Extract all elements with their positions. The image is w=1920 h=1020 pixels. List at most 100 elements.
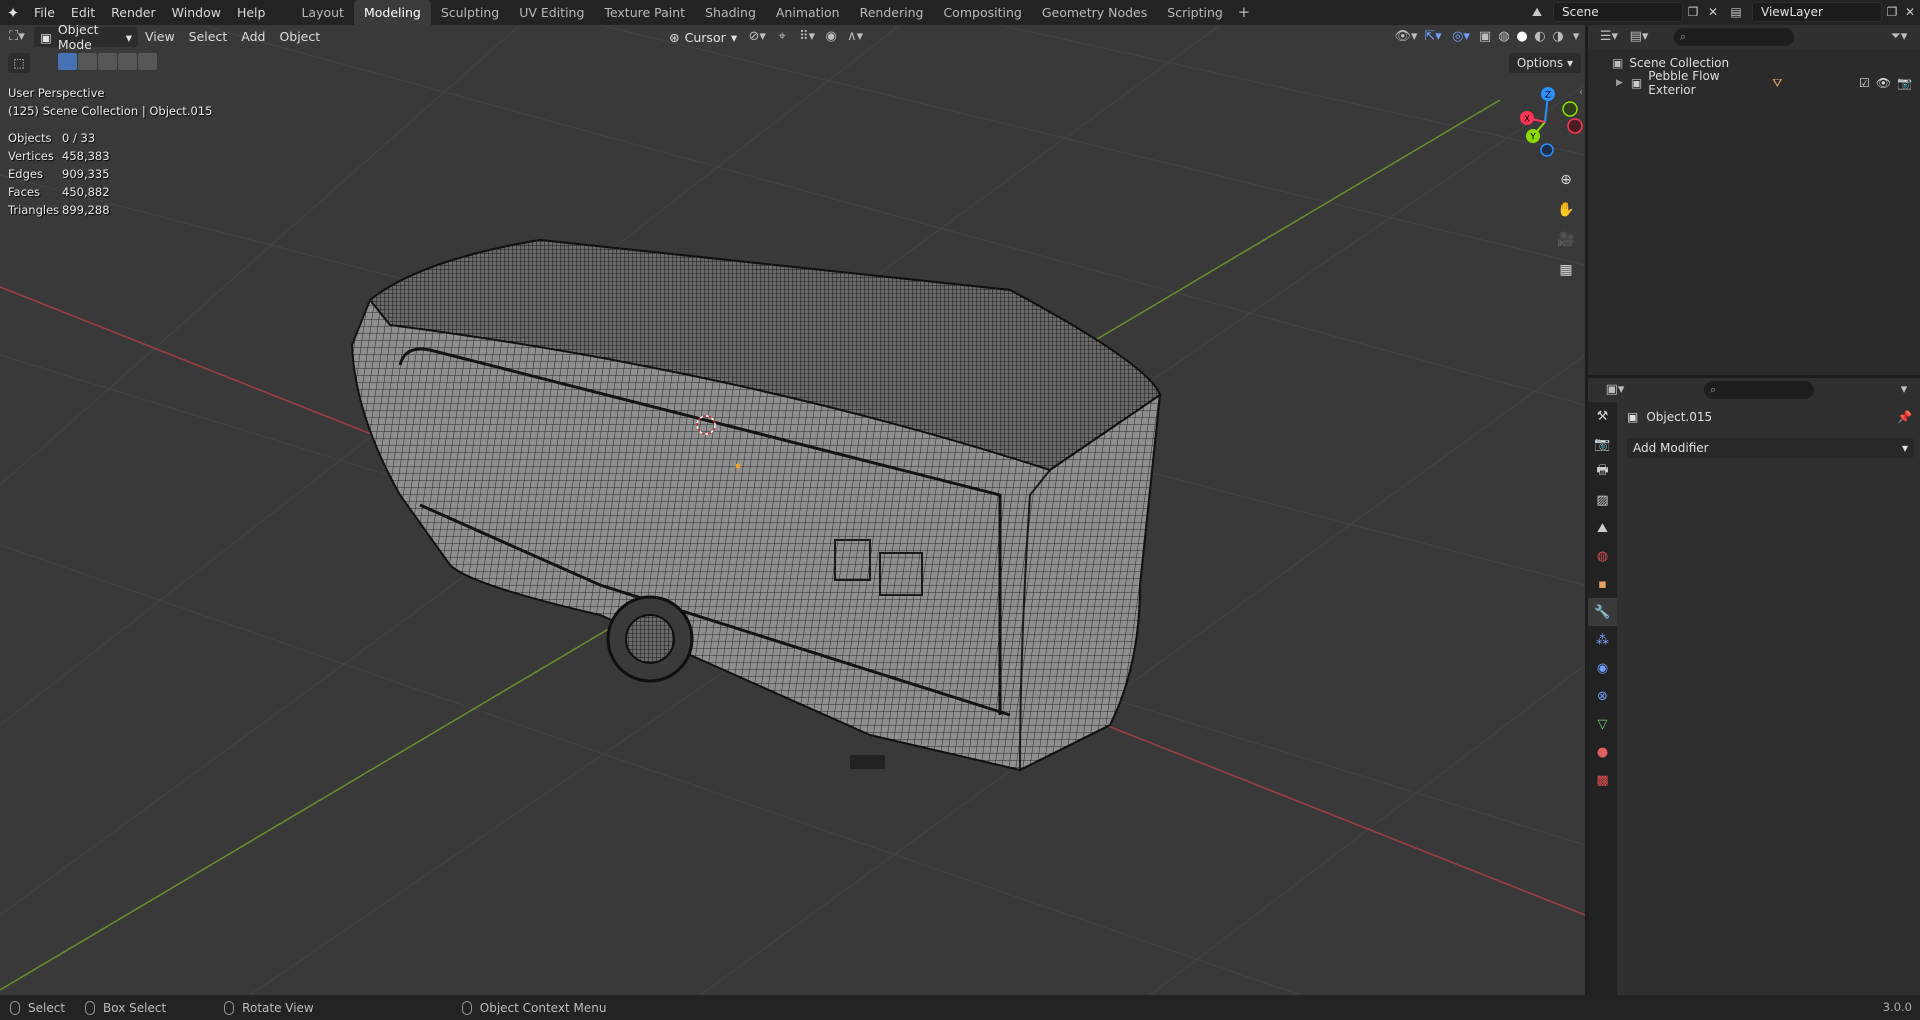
- menu-window[interactable]: Window: [164, 0, 229, 25]
- tab-uv-editing[interactable]: UV Editing: [509, 0, 594, 25]
- options-button[interactable]: Options ▾: [1508, 53, 1581, 73]
- outliner-search-input[interactable]: ⌕: [1674, 28, 1794, 46]
- data-icon[interactable]: ▽: [1588, 710, 1617, 738]
- status-select-label: Select: [28, 1000, 66, 1015]
- world-icon[interactable]: ◍: [1588, 542, 1617, 570]
- tab-sculpting[interactable]: Sculpting: [431, 0, 509, 25]
- scene-name: Scene: [1562, 5, 1599, 19]
- render-icon[interactable]: 📷: [1588, 430, 1617, 458]
- scene-icon[interactable]: ⛰: [1588, 514, 1617, 542]
- add-workspace-button[interactable]: +: [1233, 0, 1255, 25]
- tool-icon[interactable]: ⚒: [1588, 402, 1617, 430]
- scene-selector[interactable]: Scene: [1553, 2, 1683, 22]
- mode-selector[interactable]: ▣ Object Mode ▾: [34, 25, 138, 52]
- snap-icon[interactable]: ⌖: [771, 27, 793, 47]
- tab-layout[interactable]: Layout: [291, 0, 354, 25]
- scene-icon[interactable]: ⛰: [1527, 3, 1547, 22]
- tab-animation[interactable]: Animation: [766, 0, 850, 25]
- object-name-row: ▣ Object.015: [1627, 410, 1712, 424]
- view-layer-selector[interactable]: ViewLayer: [1752, 2, 1882, 22]
- properties-search-input[interactable]: ⌕: [1704, 381, 1814, 399]
- subtract-selection-icon[interactable]: [98, 53, 117, 70]
- close-scene-icon[interactable]: ✕: [1703, 3, 1723, 22]
- viewport-menu-select[interactable]: Select: [182, 27, 235, 47]
- menu-edit[interactable]: Edit: [63, 0, 103, 25]
- tab-texture-paint[interactable]: Texture Paint: [594, 0, 695, 25]
- neg-y-axis-icon[interactable]: [1562, 101, 1578, 117]
- extend-selection-icon[interactable]: [78, 53, 97, 70]
- sidebar-toggle-icon[interactable]: ‹: [1579, 87, 1583, 98]
- copy-scene-icon[interactable]: ❐: [1683, 3, 1703, 22]
- outliner-item-row[interactable]: ▶ ▣ Pebble Flow Exterior ⛛ ☑ 👁 📷: [1588, 69, 1920, 97]
- outliner-editor-type-icon[interactable]: ☰▾: [1594, 27, 1624, 47]
- expand-arrow-icon[interactable]: ▶: [1616, 78, 1623, 88]
- snap-target-icon[interactable]: ⠿▾: [793, 27, 821, 47]
- menu-help[interactable]: Help: [229, 0, 274, 25]
- visibility-eye-icon[interactable]: 👁: [1876, 76, 1891, 90]
- set-new-selection-icon[interactable]: [58, 53, 77, 70]
- collection-icon: ▣: [1612, 56, 1624, 70]
- overlay-toggle-icon[interactable]: ◎▾: [1447, 27, 1475, 47]
- exclude-checkbox-icon[interactable]: ☑: [1859, 76, 1870, 90]
- close-view-layer-icon[interactable]: ✕: [1900, 3, 1920, 22]
- select-tool-icon[interactable]: ⬚: [8, 53, 30, 73]
- pan-hand-icon[interactable]: ✋: [1553, 197, 1579, 223]
- visibility-icon[interactable]: 👁▾: [1393, 27, 1419, 47]
- pivot-selector[interactable]: ⊛ Cursor ▾: [663, 27, 743, 47]
- xray-icon[interactable]: ▣: [1475, 27, 1495, 47]
- material-shading-icon[interactable]: ◐: [1531, 27, 1549, 47]
- falloff-icon[interactable]: ∧▾: [841, 27, 869, 47]
- object-icon[interactable]: ▪: [1588, 570, 1617, 598]
- physics-icon[interactable]: ◉: [1588, 654, 1617, 682]
- neg-x-axis-icon[interactable]: [1567, 118, 1583, 134]
- view-layer-icon[interactable]: ▤: [1726, 3, 1746, 22]
- wireframe-shading-icon[interactable]: ◍: [1495, 27, 1513, 47]
- tab-rendering[interactable]: Rendering: [850, 0, 934, 25]
- tab-geometry-nodes[interactable]: Geometry Nodes: [1032, 0, 1157, 25]
- neg-z-axis-icon[interactable]: [1540, 143, 1554, 157]
- trailer-mesh[interactable]: [350, 238, 1162, 772]
- filter-icon[interactable]: ⏷▾: [1884, 27, 1914, 47]
- solid-shading-icon[interactable]: ●: [1513, 27, 1531, 47]
- stat-value: 0 / 33: [62, 131, 96, 145]
- stat-row: Edges 909,335: [8, 165, 110, 183]
- navigation-gizmo[interactable]: Z Y X: [1505, 80, 1585, 160]
- gizmo-toggle-icon[interactable]: ⇱▾: [1419, 27, 1447, 47]
- texture-icon[interactable]: ▩: [1588, 766, 1617, 794]
- tab-modeling[interactable]: Modeling: [353, 0, 431, 25]
- display-mode-icon[interactable]: ▤▾: [1624, 27, 1654, 47]
- transform-orientation-icon[interactable]: ⊘▾: [743, 27, 771, 47]
- material-icon[interactable]: ●: [1588, 738, 1617, 766]
- copy-view-layer-icon[interactable]: ❐: [1882, 3, 1902, 22]
- modifier-wrench-icon[interactable]: 🔧: [1588, 598, 1617, 626]
- ortho-grid-icon[interactable]: ▦: [1553, 257, 1579, 283]
- invert-selection-icon[interactable]: [118, 53, 137, 70]
- shading-options-icon[interactable]: ▾: [1567, 27, 1585, 47]
- viewport-menu-view[interactable]: View: [138, 27, 182, 47]
- particles-icon[interactable]: ⁂: [1588, 626, 1617, 654]
- camera-view-icon[interactable]: 🎥: [1553, 227, 1579, 253]
- 3d-viewport[interactable]: ⛶▾ ▣ Object Mode ▾ View Select Add Objec…: [0, 25, 1585, 995]
- viewport-menu-add[interactable]: Add: [234, 27, 272, 47]
- tab-compositing[interactable]: Compositing: [933, 0, 1031, 25]
- output-icon[interactable]: 🖶: [1588, 458, 1617, 486]
- constraints-icon[interactable]: ⊗: [1588, 682, 1617, 710]
- rendered-shading-icon[interactable]: ◑: [1549, 27, 1567, 47]
- intersect-selection-icon[interactable]: [138, 53, 157, 70]
- pin-icon[interactable]: 📌: [1897, 410, 1912, 424]
- proportional-edit-icon[interactable]: ◉: [821, 27, 841, 47]
- tab-scripting[interactable]: Scripting: [1157, 0, 1233, 25]
- editor-type-icon[interactable]: ⛶▾: [0, 27, 34, 47]
- menu-file[interactable]: File: [26, 0, 63, 25]
- blender-logo-icon[interactable]: ✦: [0, 0, 26, 25]
- add-modifier-dropdown[interactable]: Add Modifier ▾: [1627, 438, 1914, 458]
- menu-render[interactable]: Render: [103, 0, 164, 25]
- view-layer-name: ViewLayer: [1761, 5, 1823, 19]
- tab-shading[interactable]: Shading: [695, 0, 766, 25]
- properties-editor-type-icon[interactable]: ▣▾: [1600, 380, 1630, 400]
- view-layer-icon[interactable]: ▨: [1588, 486, 1617, 514]
- chevron-down-icon[interactable]: ▾: [1894, 380, 1914, 400]
- render-camera-icon[interactable]: 📷: [1897, 76, 1912, 90]
- zoom-icon[interactable]: ⊕: [1553, 167, 1579, 193]
- viewport-menu-object[interactable]: Object: [272, 27, 327, 47]
